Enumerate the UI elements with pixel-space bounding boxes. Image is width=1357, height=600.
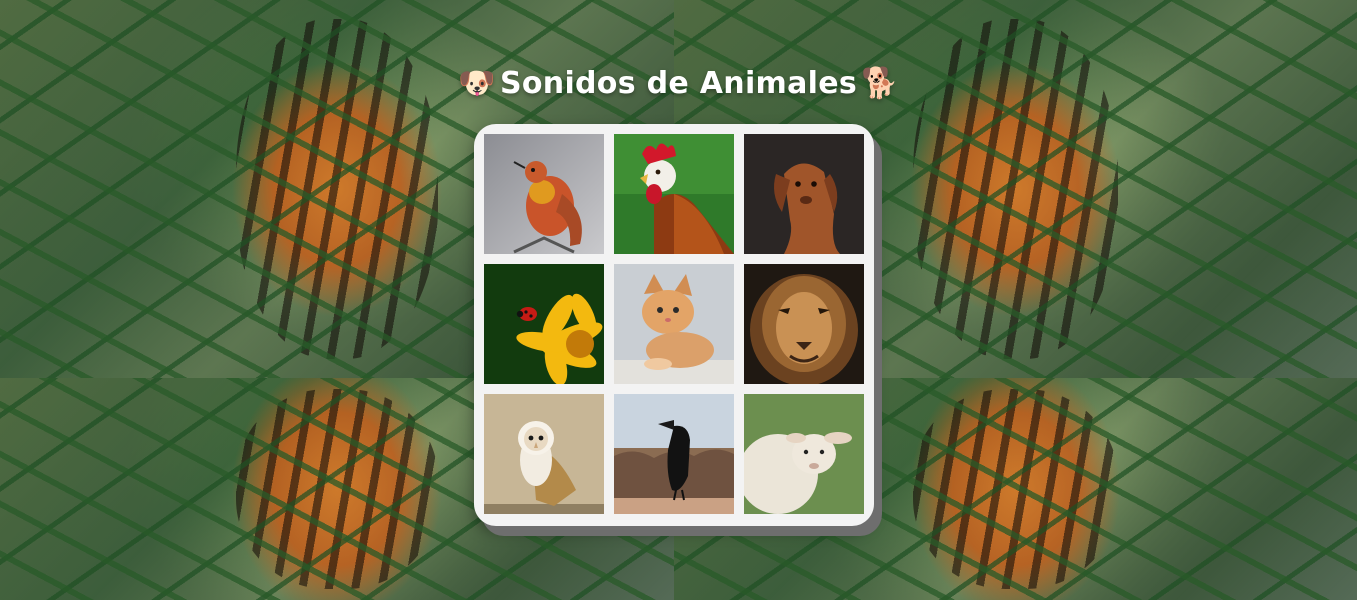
ladybug-flower-image <box>484 264 604 384</box>
page-title-text: Sonidos de Animales <box>499 66 858 101</box>
dog-emoji-icon: 🐕 <box>861 65 899 101</box>
animal-sound-board <box>474 124 874 526</box>
owl-image <box>484 394 604 514</box>
rooster-image <box>614 134 734 254</box>
tile-ladybug[interactable] <box>484 264 604 384</box>
tile-crow[interactable] <box>614 394 734 514</box>
hummingbird-image <box>484 134 604 254</box>
tile-sheep[interactable] <box>744 394 864 514</box>
dog-image <box>744 134 864 254</box>
page-title: 🐶 Sonidos de Animales 🐕 <box>0 66 1357 101</box>
tile-rooster[interactable] <box>614 134 734 254</box>
tile-lion[interactable] <box>744 264 864 384</box>
tile-owl[interactable] <box>484 394 604 514</box>
kitten-image <box>614 264 734 384</box>
crow-image <box>614 394 734 514</box>
lion-image <box>744 264 864 384</box>
sheep-image <box>744 394 864 514</box>
tile-hummingbird[interactable] <box>484 134 604 254</box>
tile-dog[interactable] <box>744 134 864 254</box>
tile-cat[interactable] <box>614 264 734 384</box>
dog-face-emoji-icon: 🐶 <box>458 65 496 101</box>
